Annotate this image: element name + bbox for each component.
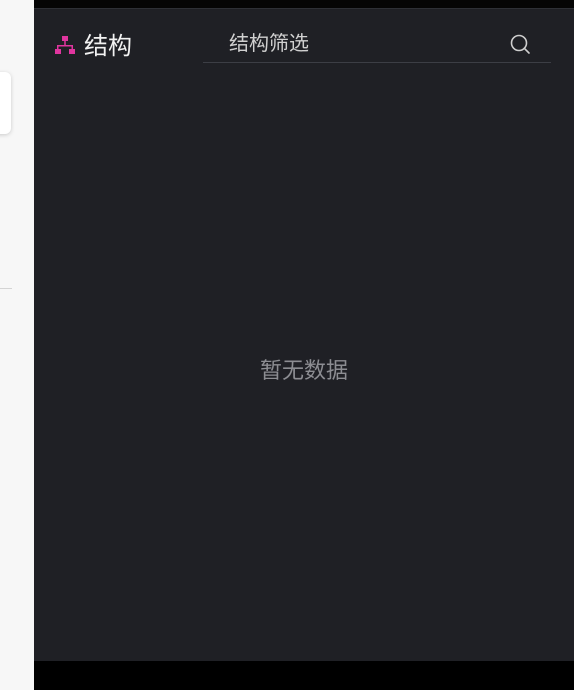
structure-panel: 结构 暂无数据 <box>34 0 574 690</box>
empty-state-text: 暂无数据 <box>259 359 348 384</box>
panel-top-bar <box>34 0 574 9</box>
sitemap-icon <box>55 36 75 54</box>
structure-search-input[interactable] <box>229 28 499 58</box>
left-collapsed-card[interactable] <box>0 72 11 134</box>
search-icon[interactable] <box>509 33 531 55</box>
panel-header: 结构 <box>34 26 574 66</box>
left-background-pane <box>0 0 34 690</box>
left-divider <box>0 288 12 289</box>
panel-title: 结构 <box>84 32 132 60</box>
structure-search-box[interactable] <box>203 26 551 63</box>
panel-bottom-bar <box>34 661 574 690</box>
